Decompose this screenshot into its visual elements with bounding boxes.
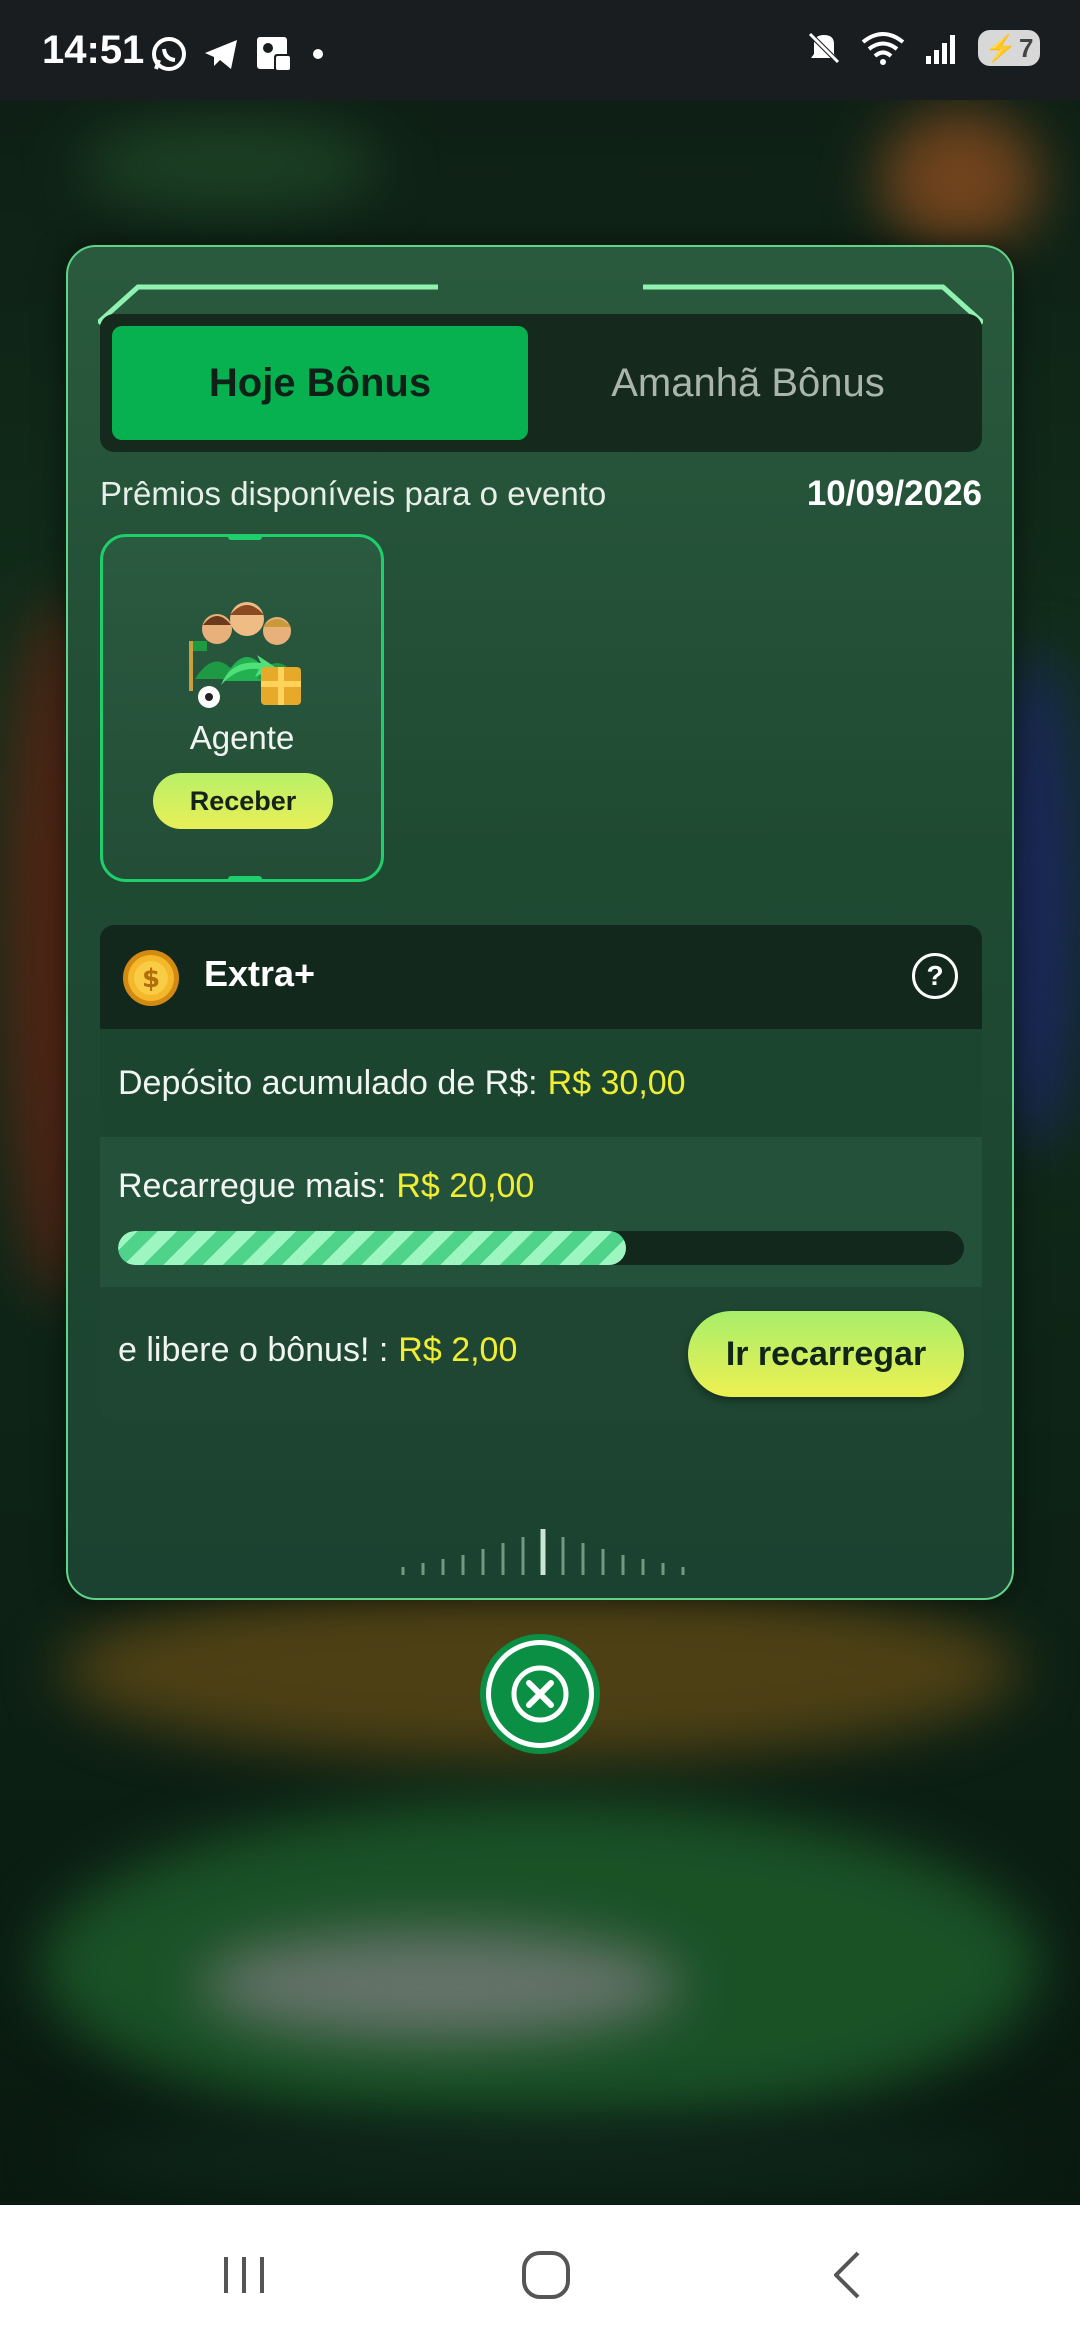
battery-level: 7 <box>1018 32 1034 63</box>
deposit-value: R$ 30,00 <box>547 1063 686 1102</box>
whatsapp-icon <box>152 37 186 71</box>
signal-icon <box>926 35 955 64</box>
telegram-icon <box>205 40 237 69</box>
bonus-tabs: Hoje Bônus Amanhã Bônus <box>100 314 982 452</box>
event-row: Prêmios disponíveis para o evento 10/09/… <box>100 469 982 519</box>
system-icons: ⚡ 7 <box>806 30 1040 66</box>
status-time: 14:51 <box>42 28 145 72</box>
event-label: Prêmios disponíveis para o evento <box>100 475 607 512</box>
notification-icons <box>150 34 328 74</box>
close-icon <box>511 1665 569 1723</box>
help-icon[interactable]: ? <box>912 953 958 999</box>
reward-card-agent[interactable]: Agente Receber <box>100 534 384 882</box>
deposit-label: Depósito acumulado de R$: <box>118 1063 538 1102</box>
deposit-progress-bar <box>118 1231 964 1265</box>
coin-icon: $ <box>123 950 179 1006</box>
charging-icon: ⚡ <box>984 32 1017 63</box>
release-label: e libere o bônus! : <box>118 1331 389 1369</box>
go-recharge-button[interactable]: Ir recarregar <box>688 1311 964 1397</box>
extra-title: Extra+ <box>204 953 316 994</box>
extra-header: $ Extra+ ? <box>100 925 982 1029</box>
bonus-modal: Hoje Bônus Amanhã Bônus Prêmios disponív… <box>66 245 1014 1600</box>
recharge-row: Recarregue mais: R$ 20,00 <box>100 1137 982 1287</box>
status-bar: 14:51 ⚡ 7 <box>0 0 1080 100</box>
deposit-row: Depósito acumulado de R$: R$ 30,00 <box>100 1029 982 1137</box>
svg-text:$: $ <box>142 964 160 994</box>
recharge-value: R$ 20,00 <box>396 1167 535 1205</box>
close-button[interactable] <box>486 1640 594 1748</box>
release-value: R$ 2,00 <box>398 1331 518 1369</box>
recharge-label: Recarregue mais: <box>118 1167 387 1205</box>
receive-button[interactable]: Receber <box>153 773 333 829</box>
card-notch-top <box>228 534 262 540</box>
back-icon[interactable] <box>818 2245 878 2305</box>
extra-bonus-panel: $ Extra+ ? Depósito acumulado de R$: R$ … <box>100 925 982 1420</box>
scroll-indicator <box>401 1529 685 1575</box>
agent-team-gift-icon <box>189 602 301 708</box>
dot-icon <box>313 49 323 59</box>
facebook-gallery-icon <box>257 37 292 72</box>
battery-indicator: ⚡ 7 <box>978 30 1040 66</box>
card-notch-bottom <box>228 876 262 882</box>
recent-apps-icon[interactable] <box>214 2245 274 2305</box>
deposit-progress-fill <box>118 1231 626 1265</box>
wifi-icon <box>861 32 905 65</box>
system-nav-bar <box>0 2205 1080 2340</box>
reward-card-label: Agente <box>189 719 295 756</box>
release-row: e libere o bônus! : R$ 2,00 Ir recarrega… <box>100 1287 982 1420</box>
mute-icon <box>808 32 840 64</box>
event-date: 10/09/2026 <box>806 474 982 513</box>
tab-today-bonus[interactable]: Hoje Bônus <box>112 326 528 440</box>
home-icon[interactable] <box>516 2245 576 2305</box>
tab-tomorrow-bonus[interactable]: Amanhã Bônus <box>540 326 956 440</box>
